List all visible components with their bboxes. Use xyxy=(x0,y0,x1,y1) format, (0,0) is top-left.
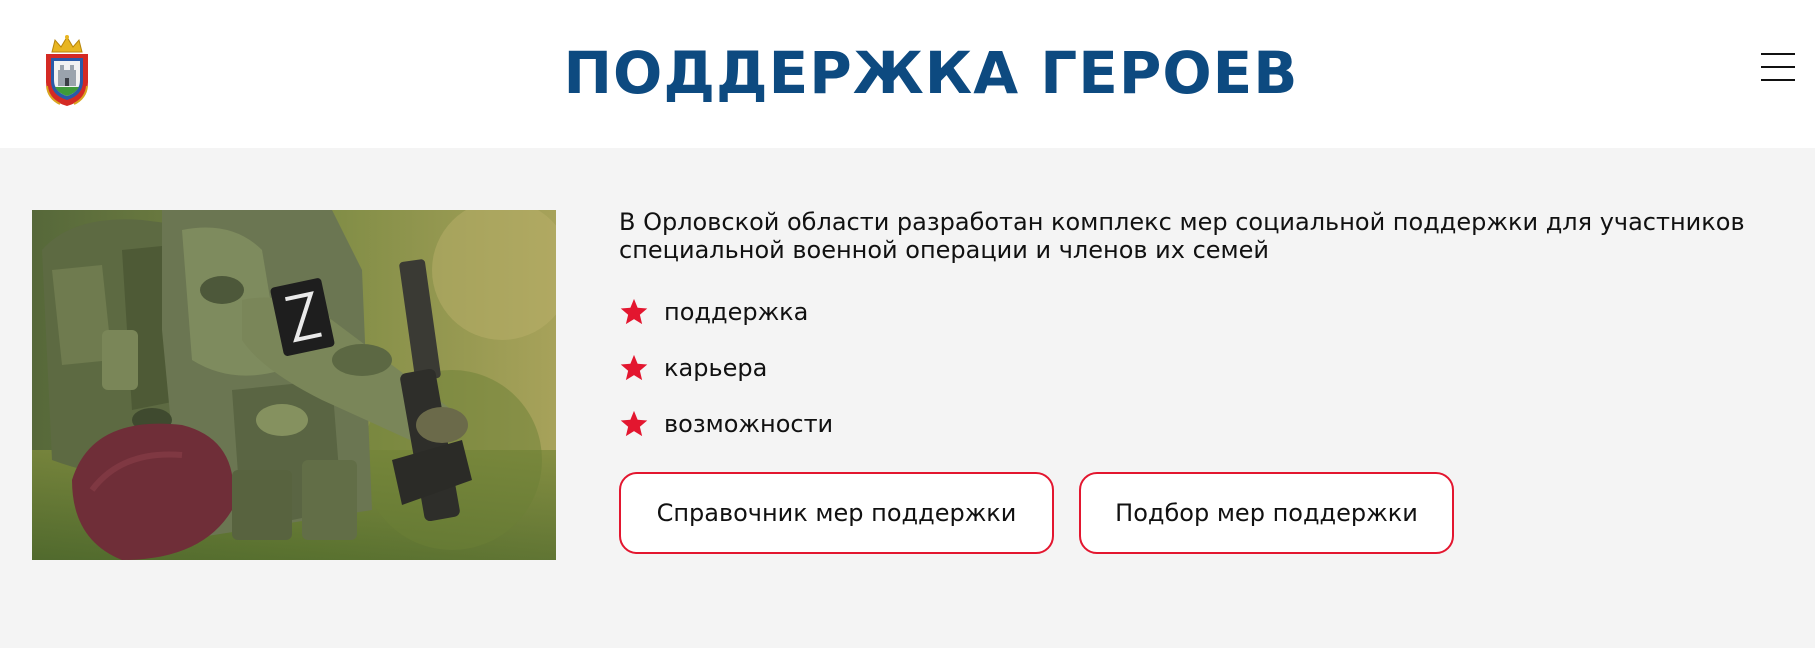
menu-line xyxy=(1761,79,1795,81)
support-directory-button[interactable]: Справочник мер поддержки xyxy=(619,472,1054,554)
star-icon xyxy=(620,298,648,325)
star-icon xyxy=(620,410,648,437)
menu-line xyxy=(1761,66,1795,68)
feature-item: карьера xyxy=(619,340,1769,396)
feature-label: возможности xyxy=(664,410,834,438)
info-block: В Орловской области разработан комплекс … xyxy=(619,208,1769,554)
feature-item: поддержка xyxy=(619,284,1769,340)
main-content: В Орловской области разработан комплекс … xyxy=(0,148,1815,648)
feature-label: поддержка xyxy=(664,298,809,326)
support-selection-button[interactable]: Подбор мер поддержки xyxy=(1079,472,1454,554)
action-buttons: Справочник мер поддержки Подбор мер подд… xyxy=(619,472,1769,554)
feature-list: поддержка карьера возможности xyxy=(619,284,1769,452)
star-icon xyxy=(620,354,648,381)
intro-text: В Орловской области разработан комплекс … xyxy=(619,208,1745,264)
soldier-photo xyxy=(32,210,556,560)
page-title: ПОДДЕРЖКА ГЕРОЕВ xyxy=(563,39,1299,107)
menu-line xyxy=(1761,53,1795,55)
feature-item: возможности xyxy=(619,396,1769,452)
hamburger-menu-icon[interactable] xyxy=(1761,50,1795,84)
feature-label: карьера xyxy=(664,354,768,382)
site-header: ПОДДЕРЖКА ГЕРОЕВ xyxy=(0,0,1815,148)
